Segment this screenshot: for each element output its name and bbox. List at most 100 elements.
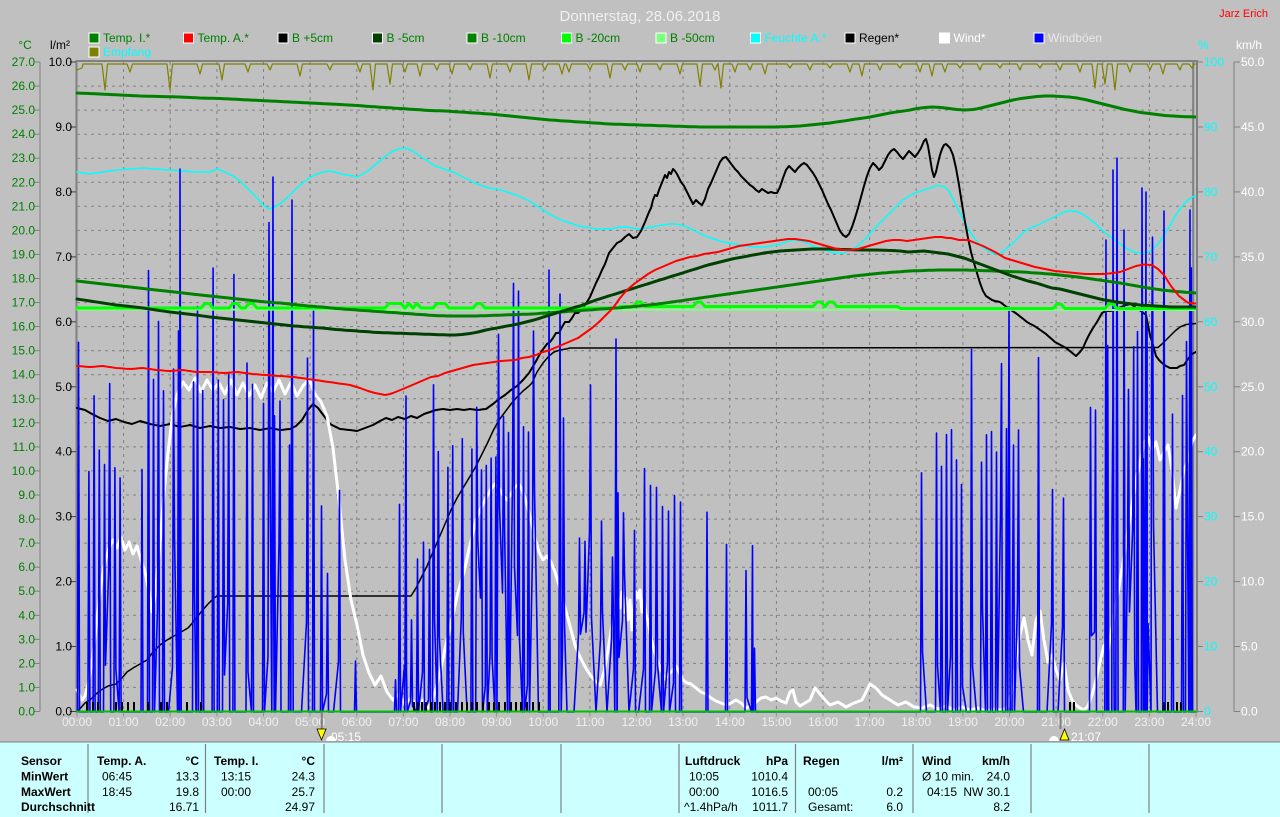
- svg-text:24:00: 24:00: [1181, 715, 1211, 729]
- svg-text:24.0: 24.0: [987, 770, 1011, 784]
- svg-text:9.0: 9.0: [55, 120, 72, 134]
- svg-text:17.0: 17.0: [12, 296, 36, 310]
- svg-text:16:00: 16:00: [808, 715, 838, 729]
- svg-text:B -20cm: B -20cm: [576, 31, 621, 45]
- svg-text:10.0: 10.0: [1241, 575, 1265, 589]
- svg-text:Feuchte A.*: Feuchte A.*: [765, 31, 827, 45]
- svg-text:Ø 10 min.: Ø 10 min.: [922, 770, 974, 784]
- svg-text:80: 80: [1204, 185, 1218, 199]
- svg-text:6.0: 6.0: [55, 315, 72, 329]
- svg-text:16.0: 16.0: [12, 320, 36, 334]
- svg-text:13:00: 13:00: [668, 715, 698, 729]
- svg-text:21:00: 21:00: [1041, 715, 1071, 729]
- svg-text:1010.4: 1010.4: [751, 770, 788, 784]
- svg-text:B -50cm: B -50cm: [670, 31, 715, 45]
- svg-text:Regen*: Regen*: [859, 31, 899, 45]
- svg-text:1.0: 1.0: [18, 680, 35, 694]
- svg-text:0.0: 0.0: [1241, 705, 1258, 719]
- svg-text:B -10cm: B -10cm: [481, 31, 526, 45]
- svg-text:1011.7: 1011.7: [752, 800, 788, 814]
- svg-text:13.3: 13.3: [176, 770, 200, 784]
- svg-text:B +5cm: B +5cm: [292, 31, 333, 45]
- svg-text:Temp. A.: Temp. A.: [97, 754, 146, 768]
- svg-text:19.8: 19.8: [176, 785, 200, 799]
- svg-text:4.0: 4.0: [55, 445, 72, 459]
- svg-text:0.0: 0.0: [18, 705, 35, 719]
- svg-text:90: 90: [1204, 120, 1218, 134]
- svg-text:50: 50: [1204, 380, 1218, 394]
- svg-text:19:00: 19:00: [948, 715, 978, 729]
- svg-text:40.0: 40.0: [1241, 185, 1265, 199]
- svg-text:B -5cm: B -5cm: [387, 31, 425, 45]
- svg-text:0.2: 0.2: [886, 785, 903, 799]
- svg-text:50.0: 50.0: [1241, 55, 1265, 69]
- svg-text:26.0: 26.0: [12, 79, 36, 93]
- svg-text:70: 70: [1204, 250, 1218, 264]
- svg-text:23:00: 23:00: [1134, 715, 1164, 729]
- svg-text:Donnerstag, 28.06.2018: Donnerstag, 28.06.2018: [560, 8, 721, 25]
- svg-text:^1.4hPa/h: ^1.4hPa/h: [684, 800, 738, 814]
- svg-text:10.0: 10.0: [12, 464, 36, 478]
- svg-text:60: 60: [1204, 315, 1218, 329]
- svg-text:10:05: 10:05: [689, 770, 719, 784]
- svg-text:km/h: km/h: [982, 754, 1010, 768]
- svg-text:11:00: 11:00: [575, 715, 604, 729]
- svg-text:03:00: 03:00: [202, 715, 232, 729]
- svg-text:1016.5: 1016.5: [751, 785, 788, 799]
- svg-text:°C: °C: [186, 754, 200, 768]
- svg-text:18.0: 18.0: [12, 272, 36, 286]
- svg-text:l/m²: l/m²: [50, 38, 70, 52]
- svg-text:06:00: 06:00: [342, 715, 372, 729]
- svg-text:25.0: 25.0: [1241, 380, 1265, 394]
- svg-text:2.0: 2.0: [55, 575, 72, 589]
- svg-text:12:00: 12:00: [621, 715, 651, 729]
- svg-text:%: %: [1198, 38, 1209, 52]
- svg-text:8.0: 8.0: [55, 185, 72, 199]
- svg-text:10.0: 10.0: [49, 55, 73, 69]
- svg-text:30.0: 30.0: [1241, 315, 1265, 329]
- svg-text:20:00: 20:00: [994, 715, 1024, 729]
- svg-text:20: 20: [1204, 575, 1218, 589]
- svg-text:MinWert: MinWert: [21, 770, 68, 784]
- svg-text:6.0: 6.0: [886, 800, 903, 814]
- svg-text:14.0: 14.0: [12, 368, 36, 382]
- svg-text:12.0: 12.0: [12, 416, 36, 430]
- svg-text:19.0: 19.0: [12, 247, 36, 261]
- svg-text:17:00: 17:00: [855, 715, 885, 729]
- svg-text:5.0: 5.0: [18, 584, 35, 598]
- svg-text:10: 10: [1204, 640, 1218, 654]
- svg-text:04:15: 04:15: [927, 785, 957, 799]
- svg-text:Temp. I.: Temp. I.: [214, 754, 258, 768]
- svg-text:00:00: 00:00: [221, 785, 251, 799]
- svg-text:8.2: 8.2: [993, 800, 1010, 814]
- svg-text:24.97: 24.97: [285, 800, 315, 814]
- svg-text:23.0: 23.0: [12, 151, 36, 165]
- svg-text:Gesamt:: Gesamt:: [808, 800, 853, 814]
- svg-text:13.0: 13.0: [12, 392, 36, 406]
- svg-text:18:00: 18:00: [901, 715, 931, 729]
- svg-text:30: 30: [1204, 510, 1218, 524]
- svg-text:Regen: Regen: [803, 754, 840, 768]
- svg-text:40: 40: [1204, 445, 1218, 459]
- svg-text:l/m²: l/m²: [882, 754, 903, 768]
- svg-text:15:00: 15:00: [761, 715, 791, 729]
- svg-text:1.0: 1.0: [55, 640, 72, 654]
- svg-text:09:00: 09:00: [482, 715, 512, 729]
- svg-text:6.0: 6.0: [18, 560, 35, 574]
- svg-text:18:45: 18:45: [102, 785, 132, 799]
- svg-text:5.0: 5.0: [55, 380, 72, 394]
- svg-text:km/h: km/h: [1236, 38, 1262, 52]
- svg-text:Windböen: Windböen: [1048, 31, 1102, 45]
- svg-text:00:05: 00:05: [808, 785, 838, 799]
- svg-text:16.71: 16.71: [169, 800, 199, 814]
- svg-text:27.0: 27.0: [12, 55, 36, 69]
- svg-text:02:00: 02:00: [155, 715, 185, 729]
- svg-text:24.0: 24.0: [12, 127, 36, 141]
- svg-text:45.0: 45.0: [1241, 120, 1265, 134]
- svg-text:11.0: 11.0: [13, 440, 36, 454]
- svg-text:3.0: 3.0: [55, 510, 72, 524]
- svg-text:Luftdruck: Luftdruck: [685, 754, 741, 768]
- svg-text:04:00: 04:00: [248, 715, 278, 729]
- svg-text:3.0: 3.0: [18, 632, 35, 646]
- svg-text:2.0: 2.0: [18, 656, 35, 670]
